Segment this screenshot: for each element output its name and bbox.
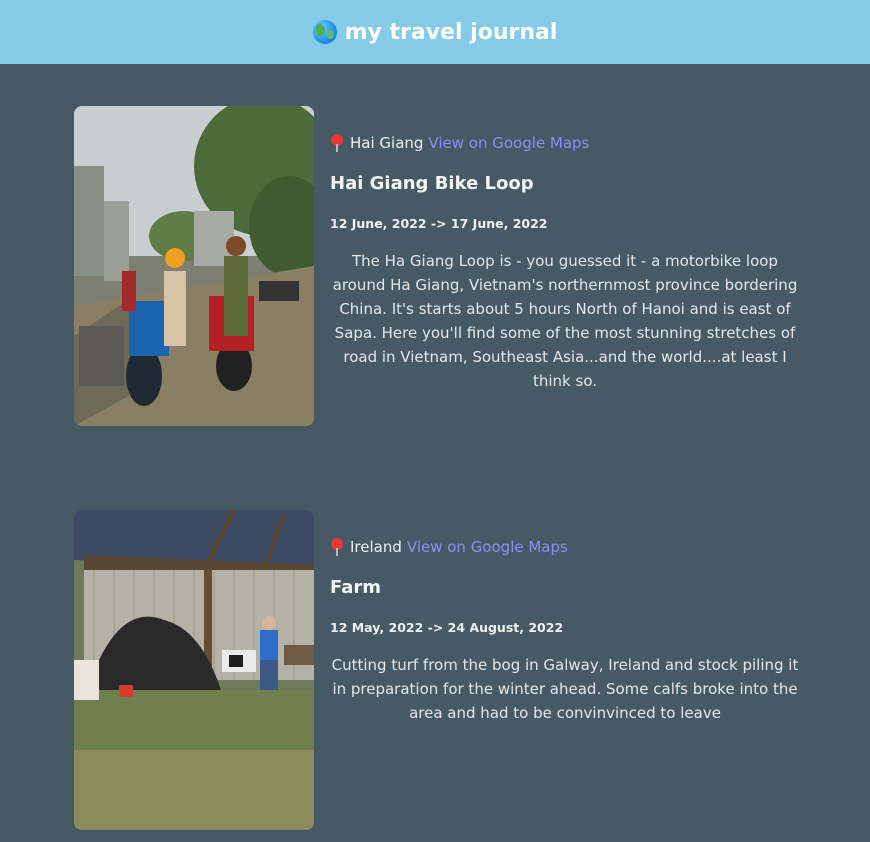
location-row: Hai Giang View on Google Maps (330, 133, 800, 153)
journal-entry: Hai Giang View on Google Maps Hai Giang … (0, 106, 870, 426)
journal-entries: Hai Giang View on Google Maps Hai Giang … (0, 64, 870, 830)
map-pin-icon (330, 538, 344, 556)
entry-dates: 12 May, 2022 -> 24 August, 2022 (330, 620, 564, 635)
entry-photo (74, 106, 314, 426)
location-name: Ireland (350, 538, 402, 556)
view-on-google-maps-link[interactable]: View on Google Maps (407, 538, 568, 556)
app-title: my travel journal (312, 19, 558, 45)
globe-icon (312, 20, 337, 44)
entry-dates: 12 June, 2022 -> 17 June, 2022 (330, 216, 548, 231)
view-on-google-maps-link[interactable]: View on Google Maps (428, 134, 589, 152)
entry-title: Hai Giang Bike Loop (330, 173, 534, 194)
journal-entry: Ireland View on Google Maps Farm 12 May,… (0, 510, 870, 830)
map-pin-icon (330, 134, 344, 152)
location-name: Hai Giang (350, 134, 424, 152)
location-row: Ireland View on Google Maps (330, 537, 800, 557)
app-header: my travel journal (0, 0, 870, 64)
entry-description: The Ha Giang Loop is - you guessed it - … (332, 252, 798, 390)
entry-content: Ireland View on Google Maps Farm 12 May,… (330, 537, 800, 725)
entry-title: Farm (330, 577, 382, 598)
entry-content: Hai Giang View on Google Maps Hai Giang … (330, 133, 800, 393)
entry-photo (74, 510, 314, 830)
entry-description: Cutting turf from the bog in Galway, Ire… (331, 656, 799, 722)
app-title-text: my travel journal (344, 19, 558, 45)
